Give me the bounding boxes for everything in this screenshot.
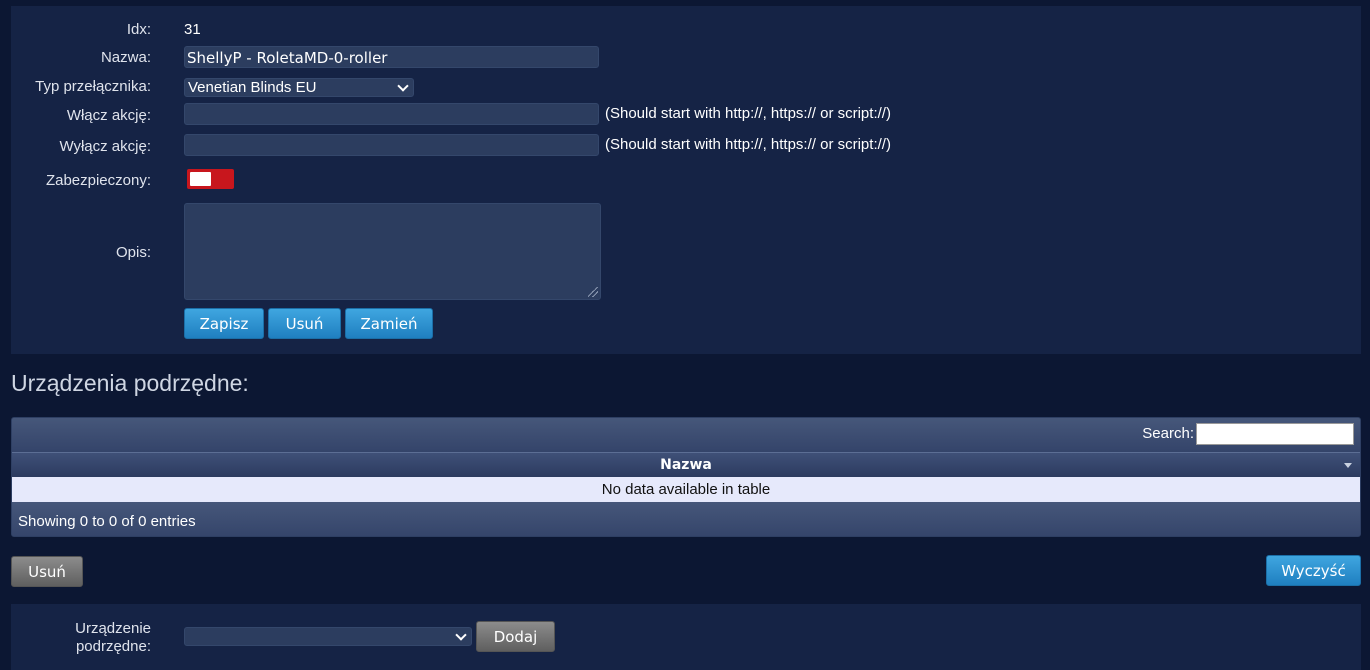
clear-button[interactable]: Wyczyść	[1266, 555, 1361, 586]
off-action-hint: (Should start with http://, https:// or …	[605, 136, 891, 153]
save-button[interactable]: Zapisz	[184, 308, 264, 339]
subdevice-label-line2: podrzędne:	[75, 638, 151, 655]
table-empty-row: No data available in table	[12, 477, 1360, 502]
chevron-down-icon	[455, 629, 467, 641]
on-action-hint: (Should start with http://, https:// or …	[605, 105, 891, 122]
description-textarea[interactable]	[184, 203, 601, 300]
table-toolbar: Search:	[12, 418, 1360, 452]
column-header-name[interactable]: Nazwa	[12, 452, 1360, 477]
name-label: Nazwa:	[100, 49, 151, 66]
search-input[interactable]	[1196, 423, 1354, 445]
protected-label: Zabezpieczony:	[45, 172, 151, 189]
table-info: Showing 0 to 0 of 0 entries	[18, 513, 196, 530]
off-action-label: Wyłącz akcję:	[59, 138, 151, 155]
sort-desc-icon	[1344, 463, 1352, 468]
subdevice-select[interactable]	[184, 627, 472, 646]
subdevice-select-label: Urządzenie podrzędne:	[75, 620, 151, 656]
search-label: Search:	[1142, 425, 1194, 442]
resize-grip-icon[interactable]	[588, 287, 598, 297]
column-header-label: Nazwa	[660, 457, 712, 473]
add-button[interactable]: Dodaj	[476, 621, 555, 652]
replace-button[interactable]: Zamień	[345, 308, 433, 339]
subdevices-table: Search: Nazwa No data available in table…	[11, 417, 1361, 537]
delete-subdevice-button[interactable]: Usuń	[11, 556, 83, 587]
description-label: Opis:	[115, 244, 151, 261]
name-input[interactable]: ShellyP - RoletaMD-0-roller	[184, 46, 599, 68]
toggle-knob	[190, 172, 211, 186]
subdevices-title: Urządzenia podrzędne:	[11, 370, 249, 396]
subdevice-label-line1: Urządzenie	[75, 620, 151, 637]
switch-type-label: Typ przełącznika:	[35, 78, 151, 95]
empty-message: No data available in table	[601, 481, 771, 498]
off-action-input[interactable]	[184, 134, 599, 156]
protected-toggle[interactable]	[187, 169, 234, 189]
chevron-down-icon	[397, 80, 409, 92]
switch-type-select[interactable]: Venetian Blinds EU	[184, 78, 414, 97]
on-action-label: Włącz akcję:	[66, 107, 151, 124]
idx-label: Idx:	[126, 21, 151, 38]
add-subdevice-panel: Urządzenie podrzędne: Dodaj	[11, 604, 1361, 670]
device-settings-panel: Idx: 31 Nazwa: ShellyP - RoletaMD-0-roll…	[11, 6, 1361, 354]
delete-button[interactable]: Usuń	[268, 308, 341, 339]
idx-value: 31	[184, 21, 201, 38]
switch-type-value: Venetian Blinds EU	[188, 79, 317, 96]
table-footer: Showing 0 to 0 of 0 entries	[12, 502, 1360, 536]
on-action-input[interactable]	[184, 103, 599, 125]
